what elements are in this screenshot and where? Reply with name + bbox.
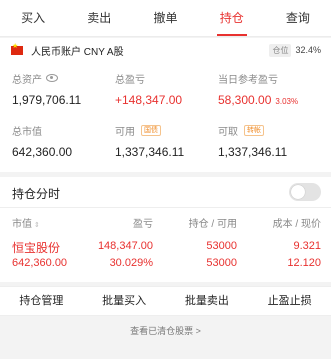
available-value: 1,337,346.11 — [115, 145, 185, 159]
total-assets: 总资产 1,979,706.11 — [12, 72, 81, 107]
total-assets-value: 1,979,706.11 — [12, 93, 82, 107]
account-name: 人民币账户 CNY A股 — [31, 46, 124, 58]
row-pnl-pct: 30.029% — [109, 257, 153, 269]
position-ratio-label: 仓位 — [269, 43, 292, 57]
row-pnl: 148,347.00 — [97, 240, 153, 252]
today-pnl-label: 当日参考盈亏 — [218, 74, 278, 86]
row-available: 53000 — [206, 257, 237, 269]
transfer-tag[interactable]: 转帐 — [244, 124, 264, 136]
header-pnl: 盈亏 — [133, 219, 153, 230]
market-value-label: 总市值 — [12, 126, 42, 138]
withdrawable-label: 可取 — [218, 126, 238, 138]
intraday-position-toggle[interactable] — [289, 183, 321, 201]
available-funds: 可用 国债 1,337,346.11 — [115, 124, 184, 159]
row-price: 12.120 — [287, 257, 321, 269]
total-pnl-value: +148,347.00 — [115, 93, 183, 107]
account-row: 人民币账户 CNY A股 仓位 32.4% — [11, 42, 321, 58]
intraday-position-row: 持仓分时 — [0, 177, 331, 208]
tab-query[interactable]: 查询 — [265, 0, 331, 36]
tab-buy[interactable]: 买入 — [0, 0, 66, 36]
intraday-position-label: 持仓分时 — [12, 187, 61, 201]
header-market-value[interactable]: 市值 ⇕ — [12, 215, 40, 230]
position-ratio-value: 32.4% — [295, 45, 321, 55]
total-pnl-label: 总盈亏 — [115, 74, 145, 86]
eye-icon[interactable] — [46, 74, 58, 82]
account-summary: 人民币账户 CNY A股 仓位 32.4% 总资产 1,979,706.11 总… — [0, 38, 331, 172]
today-pnl: 当日参考盈亏 58,300.00 3.03% — [218, 72, 298, 108]
table-row[interactable]: 恒宝股份 642,360.00 148,347.00 30.029% 53000… — [0, 234, 331, 274]
withdrawable-funds: 可取 转帐 1,337,346.11 — [218, 124, 287, 159]
available-label: 可用 — [115, 126, 135, 138]
total-pnl: 总盈亏 +148,347.00 — [115, 72, 183, 108]
today-pnl-value: 58,300.00 — [218, 93, 272, 107]
manage-positions-button[interactable]: 持仓管理 — [0, 287, 83, 315]
row-market-value: 642,360.00 — [12, 257, 68, 269]
position-ratio: 仓位 32.4% — [269, 43, 321, 57]
header-cost-price: 成本 / 现价 — [272, 219, 321, 230]
toggle-knob — [291, 185, 305, 199]
row-cost: 9.321 — [293, 240, 321, 252]
tab-cancel-order[interactable]: 撤单 — [132, 0, 198, 36]
stock-name: 恒宝股份 — [12, 241, 61, 255]
holdings-table: 市值 ⇕ 盈亏 持仓 / 可用 成本 / 现价 恒宝股份 642,360.00 1… — [0, 208, 331, 282]
batch-sell-button[interactable]: 批量卖出 — [166, 287, 249, 315]
holdings-table-header: 市值 ⇕ 盈亏 持仓 / 可用 成本 / 现价 — [0, 208, 331, 234]
withdrawable-value: 1,337,346.11 — [218, 145, 288, 159]
today-pnl-pct: 3.03% — [275, 97, 299, 106]
header-market-value-label: 市值 — [12, 219, 32, 230]
trade-tabs: 买入 卖出 撤单 持仓 查询 — [0, 0, 331, 37]
market-value-value: 642,360.00 — [12, 145, 73, 159]
action-bar: 持仓管理 批量买入 批量卖出 止盈止损 — [0, 286, 331, 316]
header-position: 持仓 / 可用 — [188, 219, 237, 230]
tab-sell[interactable]: 卖出 — [66, 0, 132, 36]
view-cleared-stocks-link[interactable]: 查看已清仓股票 > — [0, 324, 331, 337]
stop-profit-loss-button[interactable]: 止盈止损 — [248, 287, 331, 315]
row-position: 53000 — [206, 240, 237, 252]
market-value: 总市值 642,360.00 — [12, 124, 73, 160]
sort-icon: ⇕ — [34, 222, 40, 229]
today-pnl-value-wrap: 58,300.00 3.03% — [218, 93, 298, 107]
total-assets-label: 总资产 — [12, 74, 42, 86]
treasury-bond-tag[interactable]: 国债 — [141, 124, 161, 136]
china-flag-icon — [11, 42, 23, 55]
batch-buy-button[interactable]: 批量买入 — [83, 287, 166, 315]
tab-positions[interactable]: 持仓 — [199, 0, 265, 36]
